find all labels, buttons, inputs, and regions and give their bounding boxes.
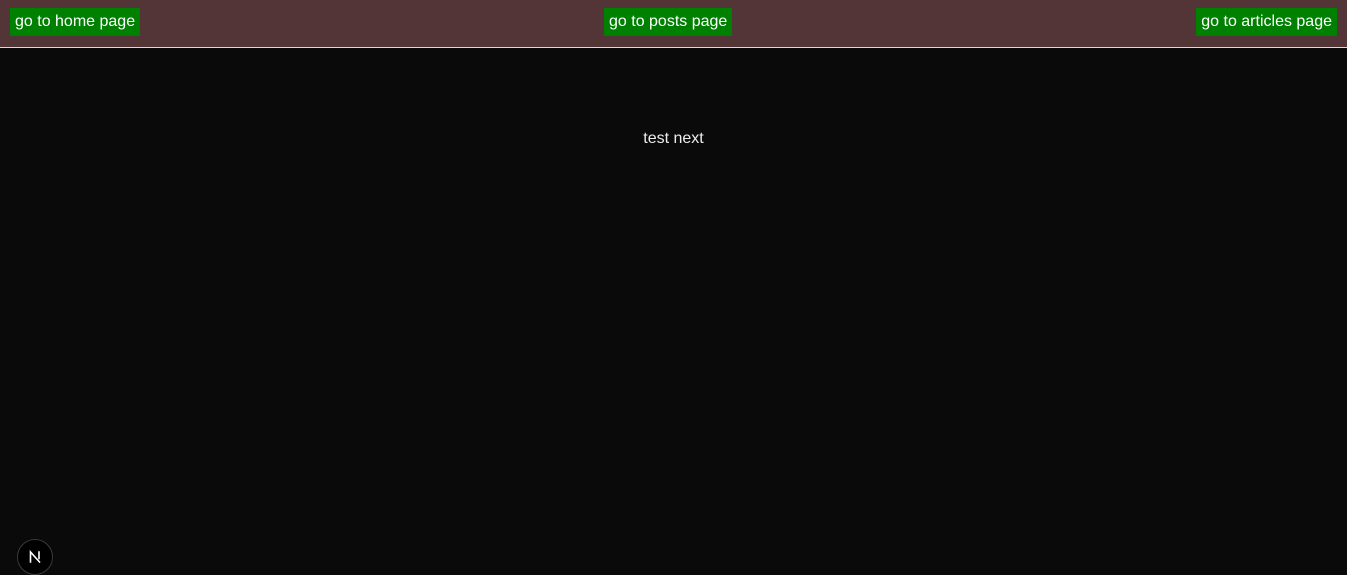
articles-page-link[interactable]: go to articles page	[1196, 8, 1337, 36]
nextjs-logo-icon	[27, 549, 43, 565]
main-content-text: test next	[643, 130, 704, 147]
posts-page-link[interactable]: go to posts page	[604, 8, 733, 36]
home-page-link[interactable]: go to home page	[10, 8, 141, 36]
top-navigation-bar: go to home page go to posts page go to a…	[0, 0, 1347, 48]
nextjs-dev-tools-button[interactable]	[17, 539, 53, 575]
